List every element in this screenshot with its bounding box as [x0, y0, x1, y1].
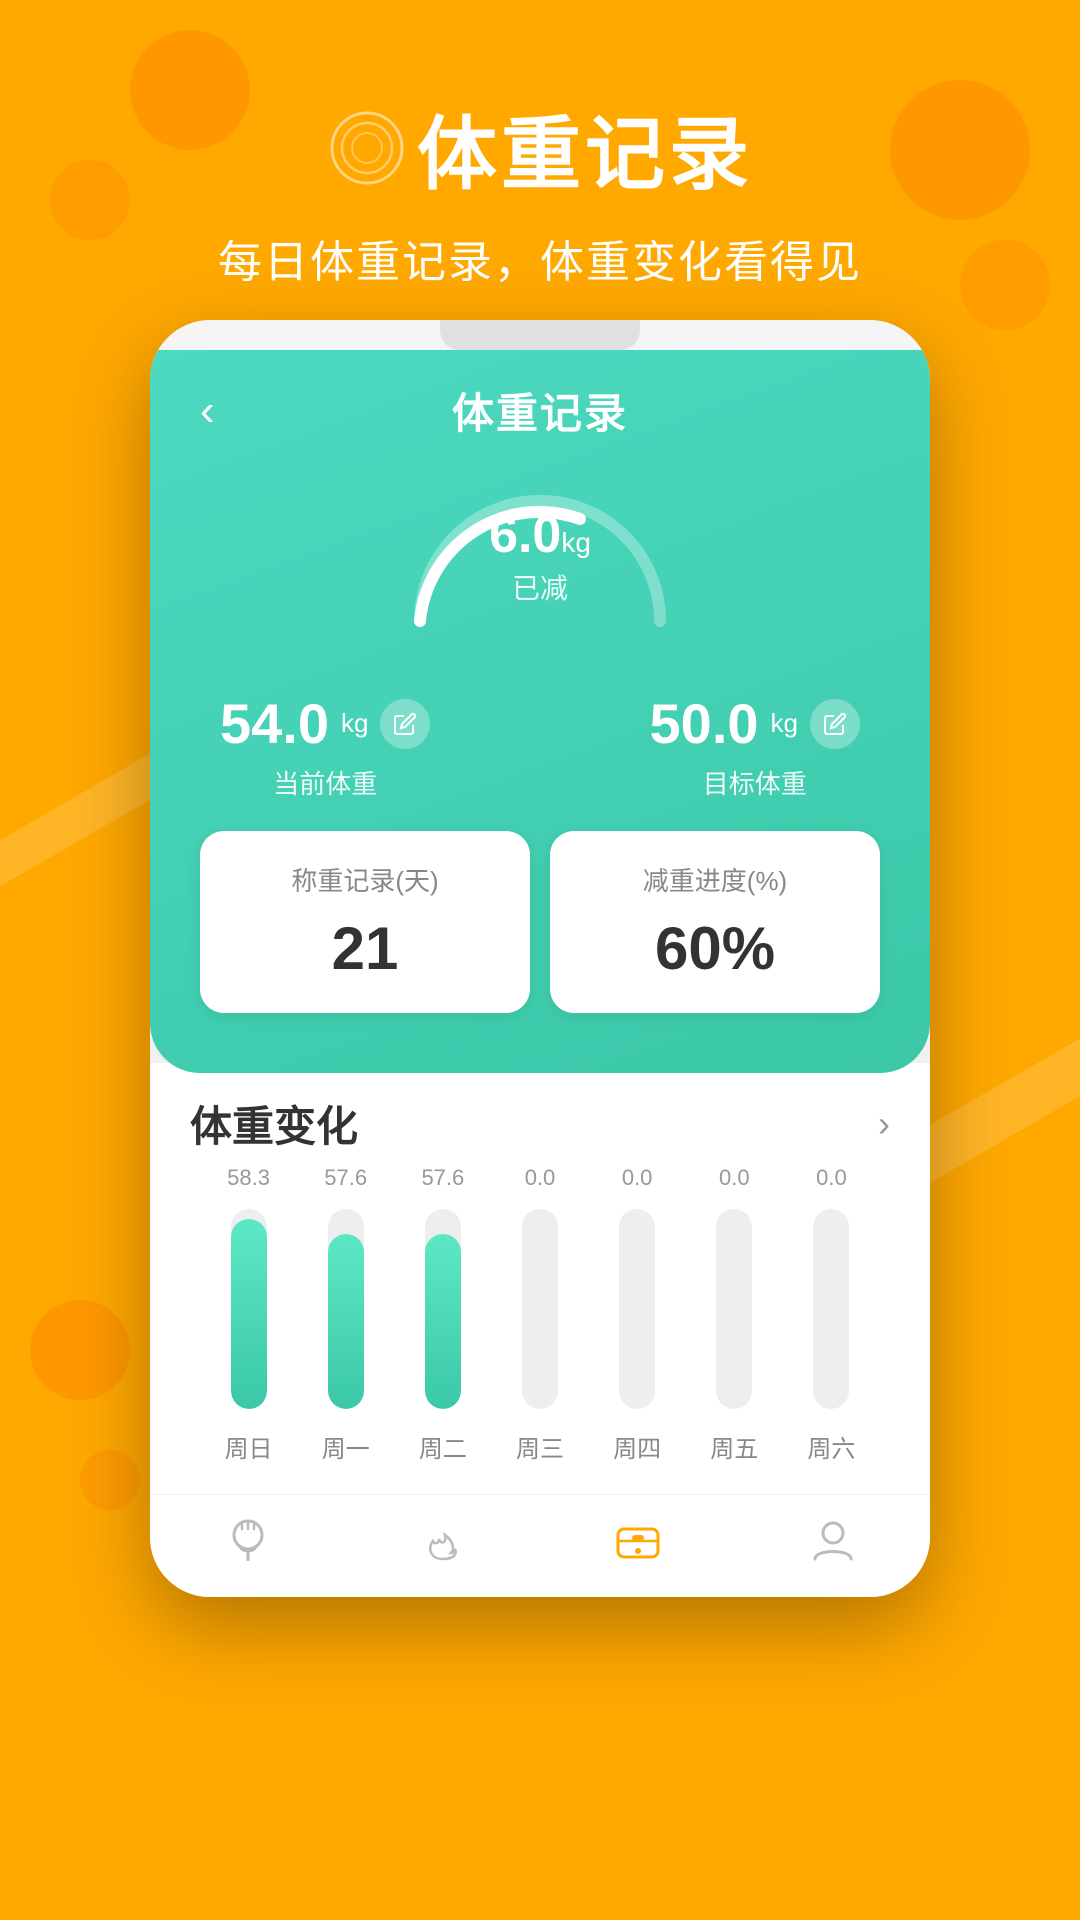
edit-current-weight-button[interactable] [380, 699, 430, 749]
bar-col-6: 0.0 周六 [783, 1165, 880, 1464]
chart-arrow[interactable]: › [878, 1103, 890, 1145]
gauge-label: 已减 [489, 567, 591, 607]
bar-wrapper-5 [716, 1209, 752, 1409]
stat-days-value: 21 [332, 915, 399, 982]
bar-day-5: 周五 [710, 1429, 758, 1464]
bar-day-3: 周三 [516, 1429, 564, 1464]
edit-target-weight-button[interactable] [810, 699, 860, 749]
top-section: ‹ 体重记录 6.0kg 已减 [150, 350, 930, 1073]
bar-day-1: 周一 [322, 1429, 370, 1464]
back-button[interactable]: ‹ [200, 386, 215, 436]
app-content: ‹ 体重记录 6.0kg 已减 [150, 350, 930, 1597]
bar-col-5: 0.0 周五 [686, 1165, 783, 1464]
bar-label-2: 57.6 [421, 1165, 464, 1191]
current-weight-unit: kg [341, 708, 368, 739]
nav-item-exercise[interactable] [417, 1515, 469, 1567]
bg-decoration-5 [30, 1300, 130, 1400]
bar-day-4: 周四 [613, 1429, 661, 1464]
gauge-center-text: 6.0kg 已减 [489, 505, 591, 607]
bar-col-1: 57.6 周一 [297, 1165, 394, 1464]
bar-label-3: 0.0 [525, 1165, 556, 1191]
bottom-section: 体重变化 › 58.3 周日 57.6 [150, 1063, 930, 1494]
bar-col-0: 58.3 周日 [200, 1165, 297, 1464]
bar-label-0: 58.3 [227, 1165, 270, 1191]
flame-icon [417, 1515, 469, 1567]
food-icon [222, 1515, 274, 1567]
gauge-unit: kg [561, 527, 591, 558]
target-weight-unit: kg [771, 708, 798, 739]
nav-item-scale[interactable] [612, 1515, 664, 1567]
current-weight-label: 当前体重 [273, 764, 377, 801]
bar-fill-1 [328, 1234, 364, 1409]
phone-notch [440, 320, 640, 350]
bar-fill-2 [425, 1234, 461, 1409]
nav-item-profile[interactable] [807, 1515, 859, 1567]
stat-card-days: 称重记录(天) 21 [200, 831, 530, 1013]
spiral-icon [327, 108, 407, 188]
weight-stats: 54.0 kg 当前体重 50.0 kg [200, 691, 880, 801]
target-weight-value: 50.0 [650, 691, 759, 756]
current-weight-value: 54.0 [220, 691, 329, 756]
gauge-value: 6.0 [489, 506, 561, 564]
header-subtitle: 每日体重记录，体重变化看得见 [218, 226, 862, 290]
bar-col-2: 57.6 周二 [394, 1165, 491, 1464]
bar-wrapper-2 [425, 1209, 461, 1409]
current-weight-stat: 54.0 kg 当前体重 [220, 691, 430, 801]
profile-icon [807, 1515, 859, 1567]
bar-wrapper-3 [522, 1209, 558, 1409]
bar-label-5: 0.0 [719, 1165, 750, 1191]
gauge-container: 6.0kg 已减 [200, 461, 880, 661]
page-title: 体重记录 [452, 380, 628, 441]
bar-label-1: 57.6 [324, 1165, 367, 1191]
stat-days-label: 称重记录(天) [220, 861, 510, 898]
chart-title: 体重变化 [190, 1093, 358, 1154]
nav-bar: ‹ 体重记录 [200, 380, 880, 441]
bar-wrapper-1 [328, 1209, 364, 1409]
phone-mockup: ‹ 体重记录 6.0kg 已减 [150, 320, 930, 1597]
stat-card-progress: 减重进度(%) 60% [550, 831, 880, 1013]
target-weight-label: 目标体重 [703, 764, 807, 801]
bar-col-4: 0.0 周四 [589, 1165, 686, 1464]
bottom-nav [150, 1494, 930, 1597]
bar-day-2: 周二 [419, 1429, 467, 1464]
current-weight-row: 54.0 kg [220, 691, 430, 756]
header-title: 体重记录 [417, 90, 753, 206]
chart-section-header: 体重变化 › [190, 1093, 890, 1154]
bar-wrapper-0 [231, 1209, 267, 1409]
nav-item-food[interactable] [222, 1515, 274, 1567]
bar-col-3: 0.0 周三 [491, 1165, 588, 1464]
bar-wrapper-6 [813, 1209, 849, 1409]
bar-label-4: 0.0 [622, 1165, 653, 1191]
bg-decoration-6 [80, 1450, 140, 1510]
bar-label-6: 0.0 [816, 1165, 847, 1191]
stats-cards: 称重记录(天) 21 减重进度(%) 60% [200, 831, 880, 1023]
bar-wrapper-4 [619, 1209, 655, 1409]
bar-day-0: 周日 [225, 1429, 273, 1464]
target-weight-row: 50.0 kg [650, 691, 860, 756]
pencil-icon-2 [823, 712, 847, 736]
stat-progress-value: 60% [655, 915, 775, 982]
bar-day-6: 周六 [807, 1429, 855, 1464]
bar-fill-0 [231, 1219, 267, 1409]
pencil-icon [393, 712, 417, 736]
scale-icon [612, 1515, 664, 1567]
bar-chart: 58.3 周日 57.6 周一 57.6 [190, 1184, 890, 1464]
stat-progress-label: 减重进度(%) [570, 861, 860, 898]
target-weight-stat: 50.0 kg 目标体重 [650, 691, 860, 801]
header-icon-row: 体重记录 [327, 90, 753, 206]
